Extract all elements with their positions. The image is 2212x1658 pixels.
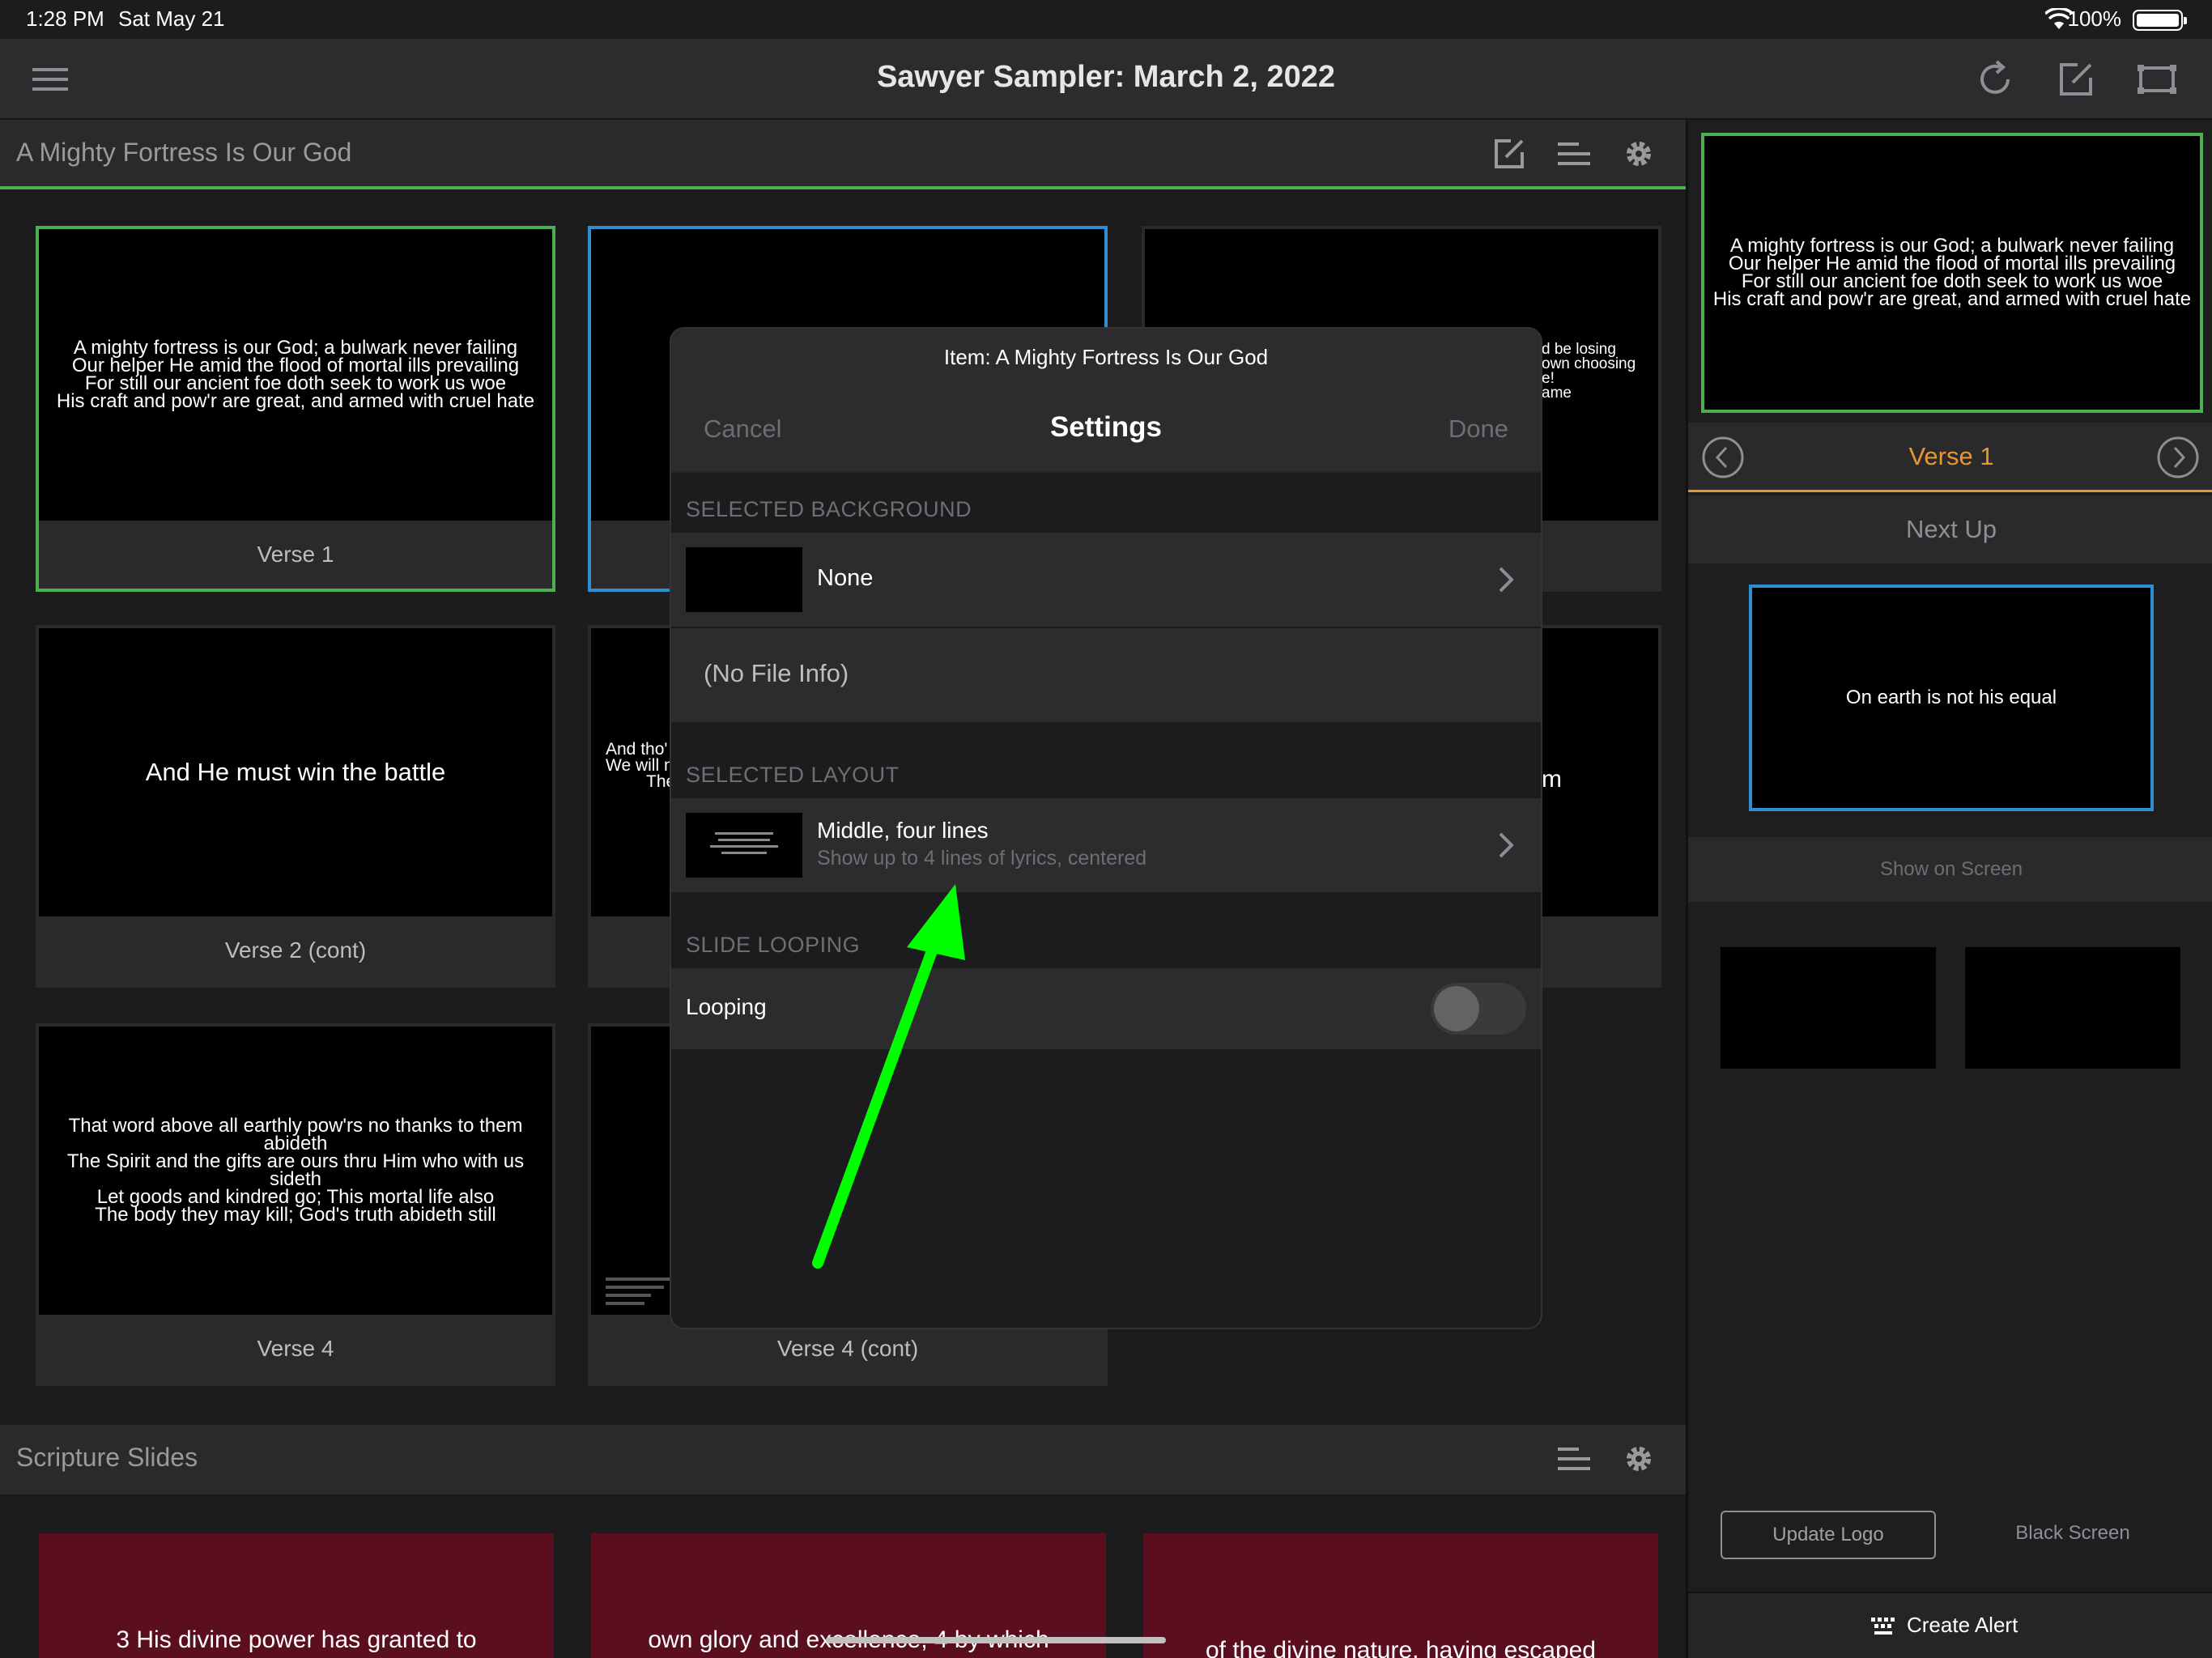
scripture-text: 3 His divine power has granted to xyxy=(116,1626,477,1653)
song-section-title: A Mighty Fortress Is Our God xyxy=(16,138,352,167)
slide-label: Verse 2 (cont) xyxy=(39,916,552,984)
status-bar: 1:28 PM Sat May 21 100% xyxy=(0,0,2212,39)
current-slide-bar: Verse 1 xyxy=(1688,423,2212,492)
battery-percent: 100% xyxy=(2067,6,2122,31)
song-list-icon[interactable] xyxy=(1551,131,1597,176)
update-logo-button[interactable]: Update Logo xyxy=(1721,1511,1936,1559)
chevron-right-icon xyxy=(1499,567,1514,593)
modal-header: Item: A Mighty Fortress Is Our God Cance… xyxy=(671,329,1541,473)
top-nav: Sawyer Sampler: March 2, 2022 xyxy=(0,39,2212,120)
song-settings-gear-icon[interactable] xyxy=(1616,131,1661,176)
scripture-slide[interactable]: 3 His divine power has granted to xyxy=(39,1533,554,1658)
create-alert-bar[interactable]: Create Alert xyxy=(1688,1592,2212,1658)
refresh-icon[interactable] xyxy=(1972,57,2018,102)
background-row[interactable]: None xyxy=(671,533,1541,627)
background-thumbnail xyxy=(686,547,802,612)
slide-verse-2-cont[interactable]: And He must win the battle Verse 2 (cont… xyxy=(36,625,555,988)
scripture-section-title: Scripture Slides xyxy=(16,1443,198,1472)
right-panel: A mighty fortress is our God; a bulwark … xyxy=(1686,121,2212,1658)
scripture-text: of the divine nature, having escaped xyxy=(1205,1637,1596,1658)
chevron-right-icon xyxy=(1499,832,1514,858)
logo-preview[interactable] xyxy=(1721,947,1936,1069)
live-preview[interactable]: A mighty fortress is our God; a bulwark … xyxy=(1701,133,2203,413)
edit-icon[interactable] xyxy=(2053,57,2099,102)
slide-lyrics: And He must win the battle xyxy=(145,758,446,786)
scripture-slide[interactable]: of the divine nature, having escaped xyxy=(1143,1533,1658,1658)
slide-lyrics: d be losing own choosing e! ame xyxy=(1542,341,1636,402)
status-time: 1:28 PM xyxy=(26,6,104,31)
scripture-list-icon[interactable] xyxy=(1551,1436,1597,1482)
looping-toggle[interactable] xyxy=(1431,983,1526,1035)
scripture-section-header: Scripture Slides xyxy=(0,1425,1686,1494)
layout-name: Middle, four lines xyxy=(817,818,989,843)
battery-icon xyxy=(2133,10,2187,31)
modal-item-title: Item: A Mighty Fortress Is Our God xyxy=(943,345,1269,369)
current-slide-label: Verse 1 xyxy=(1908,442,1994,470)
background-section-header: SELECTED BACKGROUND xyxy=(686,497,972,521)
slide-label: Verse 1 xyxy=(39,521,552,589)
keyboard-icon xyxy=(1871,1618,1895,1635)
app-title: Sawyer Sampler: March 2, 2022 xyxy=(876,60,1336,94)
black-screen-button[interactable]: Black Screen xyxy=(1965,1511,2180,1559)
slide-label: Verse 4 xyxy=(39,1315,552,1383)
present-screen-icon[interactable] xyxy=(2134,57,2180,102)
slide-lyrics: A mighty fortress is our God; a bulwark … xyxy=(56,337,535,412)
black-screen-preview[interactable] xyxy=(1965,947,2180,1069)
create-alert-label: Create Alert xyxy=(1907,1613,2018,1637)
slide-verse-1[interactable]: A mighty fortress is our God; a bulwark … xyxy=(36,226,555,592)
copyright-credits xyxy=(606,1278,670,1305)
next-up-label: Next Up xyxy=(1688,495,2212,563)
scripture-settings-gear-icon[interactable] xyxy=(1616,1436,1661,1482)
background-value: None xyxy=(817,565,874,591)
status-date: Sat May 21 xyxy=(118,6,225,31)
next-up-preview[interactable]: On earth is not his equal xyxy=(1749,585,2154,811)
annotation-arrow xyxy=(812,884,965,1269)
edit-song-icon[interactable] xyxy=(1487,131,1532,176)
slide-lyrics: That word above all earthly pow'rs no th… xyxy=(66,1115,525,1226)
layout-section-header: SELECTED LAYOUT xyxy=(686,763,900,787)
slide-verse-4[interactable]: That word above all earthly pow'rs no th… xyxy=(36,1023,555,1386)
done-button[interactable]: Done xyxy=(1448,414,1508,444)
show-on-screen-button[interactable]: Show on Screen xyxy=(1688,837,2212,902)
home-indicator xyxy=(826,1637,1166,1643)
looping-label: Looping xyxy=(686,994,767,1019)
next-slide-icon[interactable] xyxy=(2156,436,2200,479)
layout-thumbnail xyxy=(686,813,802,878)
file-info-row: (No File Info) xyxy=(671,628,1541,722)
file-info-text: (No File Info) xyxy=(704,659,849,687)
song-section-header: A Mighty Fortress Is Our God xyxy=(0,120,1686,189)
modal-title: Settings xyxy=(1049,411,1163,443)
slide-lyrics: m xyxy=(1542,766,1562,793)
layout-description: Show up to 4 lines of lyrics, centered xyxy=(817,847,1147,869)
active-section-indicator xyxy=(0,186,1686,189)
